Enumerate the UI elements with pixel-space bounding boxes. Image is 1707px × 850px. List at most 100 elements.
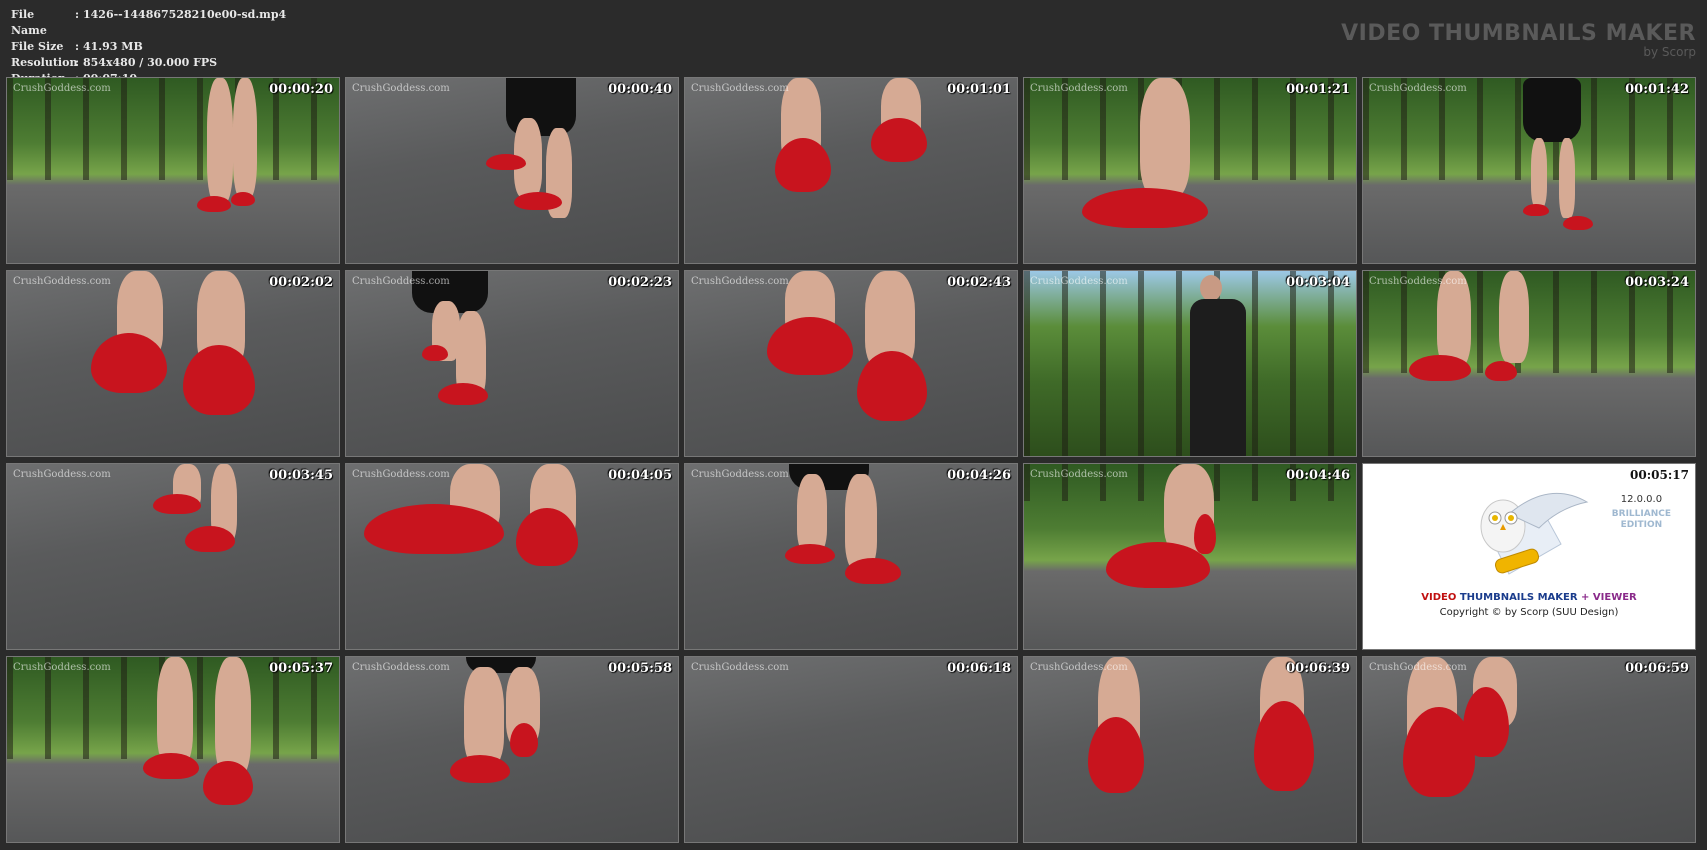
red-shoe bbox=[1523, 204, 1549, 216]
leg bbox=[215, 657, 251, 777]
timestamp: 00:00:20 bbox=[269, 82, 333, 97]
timestamp: 00:04:46 bbox=[1286, 468, 1350, 483]
timestamp: 00:02:02 bbox=[269, 275, 333, 290]
about-title-part: THUMBNAILS MAKER bbox=[1459, 592, 1578, 603]
thumbnail-frame[interactable]: CrushGoddess.com 00:01:21 bbox=[1023, 77, 1357, 264]
red-shoe bbox=[1563, 216, 1593, 230]
about-card[interactable]: 12.0.0.0 BRILLIANCE EDITION VIDEO THUMBN… bbox=[1362, 463, 1696, 650]
red-shoe bbox=[197, 196, 231, 212]
meta-row-file-size: File Size : 41.93 MB bbox=[11, 39, 286, 55]
watermark: CrushGoddess.com bbox=[1030, 662, 1128, 673]
leg bbox=[233, 78, 257, 198]
timestamp: 00:06:18 bbox=[947, 661, 1011, 676]
thumbnail-frame[interactable]: CrushGoddess.com 00:02:23 bbox=[345, 270, 679, 457]
thumbnail-frame[interactable]: CrushGoddess.com 00:00:40 bbox=[345, 77, 679, 264]
timestamp: 00:06:39 bbox=[1286, 661, 1350, 676]
timestamp: 00:02:43 bbox=[947, 275, 1011, 290]
meta-key: File Name bbox=[11, 8, 47, 37]
thumbnail-frame[interactable]: CrushGoddess.com 00:05:58 bbox=[345, 656, 679, 843]
brand-title: VIDEO THUMBNAILS MAKER bbox=[1341, 21, 1696, 46]
watermark: CrushGoddess.com bbox=[13, 83, 111, 94]
thumbnail-frame[interactable]: CrushGoddess.com 00:03:45 bbox=[6, 463, 340, 650]
thumbnail-frame[interactable]: CrushGoddess.com 00:03:24 bbox=[1362, 270, 1696, 457]
red-shoe bbox=[1082, 188, 1208, 228]
meta-value-file-size: 41.93 MB bbox=[83, 40, 143, 53]
timestamp: 00:06:59 bbox=[1625, 661, 1689, 676]
watermark: CrushGoddess.com bbox=[1030, 276, 1128, 287]
red-shoe bbox=[422, 345, 448, 361]
red-shoe bbox=[871, 118, 927, 162]
timestamp: 00:02:23 bbox=[608, 275, 672, 290]
thumbnail-frame[interactable]: CrushGoddess.com 00:04:05 bbox=[345, 463, 679, 650]
red-shoe bbox=[510, 723, 538, 757]
leg bbox=[797, 474, 827, 554]
leg bbox=[207, 78, 233, 203]
meta-value-file-name: 1426--144867528210e00-sd.mp4 bbox=[83, 8, 287, 21]
dress bbox=[1523, 78, 1581, 142]
thumbnail-frame[interactable]: CrushGoddess.com 00:02:02 bbox=[6, 270, 340, 457]
thumbnail-frame[interactable]: CrushGoddess.com 00:05:37 bbox=[6, 656, 340, 843]
copyright-text: Copyright © by Scorp (SUU Design) bbox=[1439, 607, 1619, 618]
red-shoe bbox=[1485, 361, 1517, 381]
edition-line: EDITION bbox=[1620, 520, 1663, 530]
timestamp: 00:01:42 bbox=[1625, 82, 1689, 97]
about-title-part: + VIEWER bbox=[1581, 592, 1637, 603]
leg bbox=[845, 474, 877, 570]
leg bbox=[157, 657, 193, 767]
red-shoe bbox=[1106, 542, 1210, 588]
red-shoe bbox=[203, 761, 253, 805]
watermark: CrushGoddess.com bbox=[1369, 276, 1467, 287]
about-title: VIDEO THUMBNAILS MAKER + VIEWER bbox=[1363, 592, 1695, 603]
leg bbox=[464, 667, 504, 767]
thumbnail-frame[interactable]: CrushGoddess.com 00:06:18 bbox=[684, 656, 1018, 843]
leg bbox=[1531, 138, 1547, 208]
meta-separator: : bbox=[74, 56, 80, 69]
meta-row-file-name: File Name : 1426--144867528210e00-sd.mp4 bbox=[11, 7, 286, 39]
watermark: CrushGoddess.com bbox=[13, 469, 111, 480]
red-shoe bbox=[153, 494, 201, 514]
frame-image bbox=[685, 271, 1017, 456]
red-shoe bbox=[1194, 514, 1216, 554]
watermark: CrushGoddess.com bbox=[1369, 83, 1467, 94]
thumbnail-frame[interactable]: CrushGoddess.com 00:06:39 bbox=[1023, 656, 1357, 843]
red-shoe bbox=[450, 755, 510, 783]
watermark: CrushGoddess.com bbox=[13, 276, 111, 287]
about-title-part: VIDEO bbox=[1421, 592, 1457, 603]
watermark: CrushGoddess.com bbox=[691, 662, 789, 673]
frame-image bbox=[7, 78, 339, 263]
thumbnail-frame[interactable]: CrushGoddess.com 00:04:26 bbox=[684, 463, 1018, 650]
watermark: CrushGoddess.com bbox=[352, 662, 450, 673]
frame-image bbox=[346, 464, 678, 649]
brand-logo: VIDEO THUMBNAILS MAKER by Scorp bbox=[1341, 22, 1696, 59]
thumbnail-frame[interactable]: CrushGoddess.com 00:02:43 bbox=[684, 270, 1018, 457]
meta-key: File Size bbox=[11, 40, 64, 53]
timestamp: 00:04:26 bbox=[947, 468, 1011, 483]
red-shoe bbox=[231, 192, 255, 206]
red-shoe bbox=[785, 544, 835, 564]
red-shoe bbox=[486, 154, 526, 170]
dress bbox=[1190, 299, 1246, 456]
watermark: CrushGoddess.com bbox=[352, 276, 450, 287]
version-block: 12.0.0.0 BRILLIANCE EDITION bbox=[1612, 494, 1671, 531]
thumbnail-frame[interactable]: CrushGoddess.com 00:01:01 bbox=[684, 77, 1018, 264]
thumbnail-frame[interactable]: CrushGoddess.com 00:01:42 bbox=[1362, 77, 1696, 264]
frame-image bbox=[346, 271, 678, 456]
watermark: CrushGoddess.com bbox=[691, 469, 789, 480]
timestamp: 00:03:04 bbox=[1286, 275, 1350, 290]
owl-logo-icon bbox=[1480, 492, 1589, 575]
frame-image bbox=[685, 657, 1017, 842]
meta-separator: : bbox=[74, 8, 80, 21]
leg bbox=[1140, 78, 1190, 198]
thumbnail-frame[interactable]: CrushGoddess.com 00:06:59 bbox=[1362, 656, 1696, 843]
watermark: CrushGoddess.com bbox=[1369, 662, 1467, 673]
meta-key: Resolution bbox=[11, 56, 78, 69]
thumbnail-frame[interactable]: CrushGoddess.com 00:00:20 bbox=[6, 77, 340, 264]
version-number: 12.0.0.0 bbox=[1620, 494, 1663, 505]
watermark: CrushGoddess.com bbox=[13, 662, 111, 673]
frame-image bbox=[685, 78, 1017, 263]
watermark: CrushGoddess.com bbox=[691, 276, 789, 287]
thumbnail-frame[interactable]: CrushGoddess.com 00:04:46 bbox=[1023, 463, 1357, 650]
red-shoe bbox=[1409, 355, 1471, 381]
timestamp: 00:04:05 bbox=[608, 468, 672, 483]
thumbnail-frame[interactable]: CrushGoddess.com 00:03:04 bbox=[1023, 270, 1357, 457]
